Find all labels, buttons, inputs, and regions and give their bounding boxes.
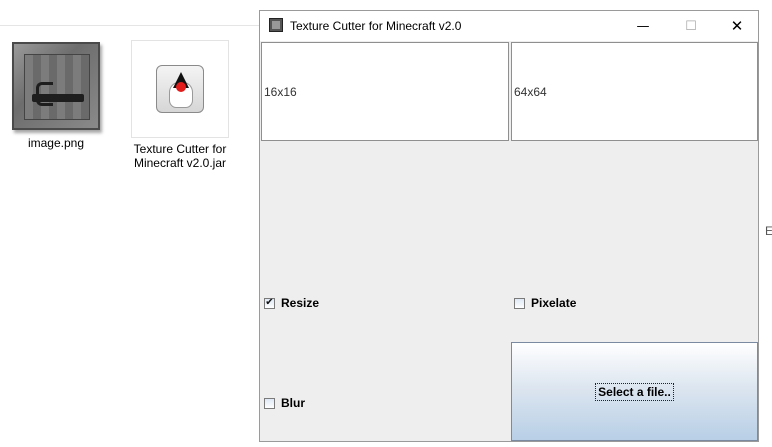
explorer-divider [0,25,262,26]
app-icon [269,18,283,32]
select-file-label: Select a file.. [595,382,674,401]
pixelate-checkbox[interactable] [514,297,525,309]
resize-checkbox[interactable] [264,297,275,309]
blur-label: Blur [281,396,305,410]
file-name-line-1: Texture Cutter for [133,142,227,156]
file-name: image.png [27,136,85,150]
file-name: Texture Cutter for Minecraft v2.0.jar [128,142,232,170]
offscreen-text: E [765,224,772,238]
preview-64x64: 64x64 [511,42,758,141]
blur-option[interactable]: Blur [264,396,305,410]
window-title: Texture Cutter for Minecraft v2.0 [290,19,462,33]
window-content: 16x16 64x64 Resize Pixelate Blur Select … [260,41,758,441]
blur-checkbox[interactable] [264,397,275,409]
pixelate-option[interactable]: Pixelate [514,296,576,310]
maximize-button[interactable]: ☐ [668,11,714,41]
title-bar[interactable]: Texture Cutter for Minecraft v2.0 — ☐ ✕ [260,11,758,41]
pixelate-label: Pixelate [531,296,577,310]
minimize-button[interactable]: — [620,11,666,41]
file-image-png[interactable]: image.png [6,40,106,150]
preview-16x16: 16x16 [261,42,509,141]
image-file-icon [10,40,102,132]
resize-option[interactable]: Resize [264,296,319,310]
file-name-line-2: Minecraft v2.0.jar [133,156,227,170]
select-file-button[interactable]: Select a file.. [511,342,758,441]
close-button[interactable]: ✕ [714,11,760,41]
file-jar[interactable]: Texture Cutter for Minecraft v2.0.jar [128,40,232,170]
java-jar-icon [131,40,229,138]
app-window: Texture Cutter for Minecraft v2.0 — ☐ ✕ … [259,10,759,442]
resize-label: Resize [281,296,320,310]
